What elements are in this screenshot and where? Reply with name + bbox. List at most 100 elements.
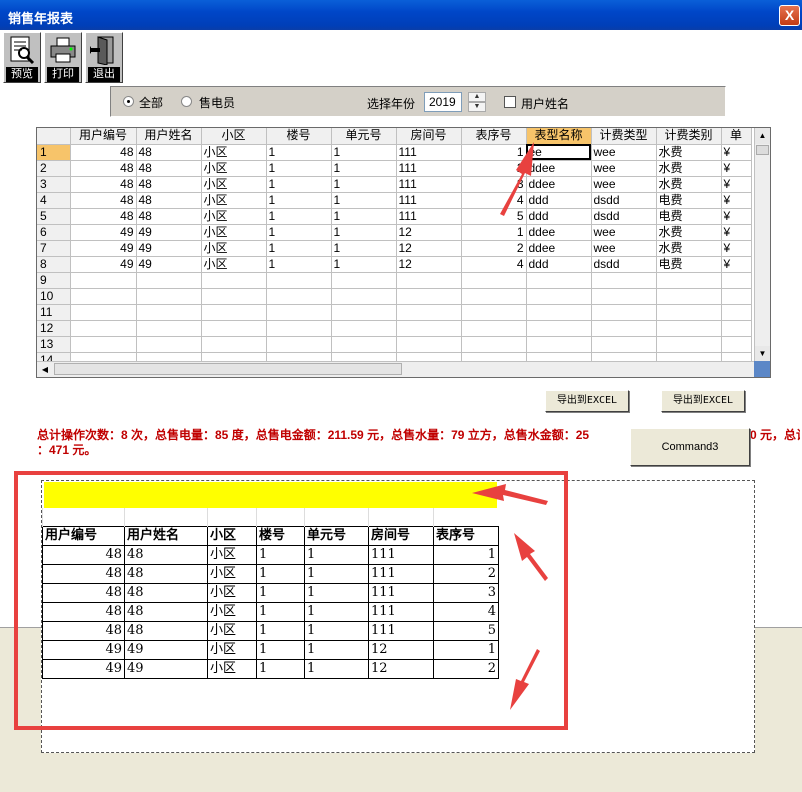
grid-cell[interactable]: 1 [331,192,397,209]
grid-col-header[interactable]: 楼号 [266,128,332,145]
row-header[interactable]: 11 [37,304,71,321]
grid-cell[interactable]: 1 [266,224,332,241]
grid-cell[interactable] [396,304,462,321]
table-row[interactable]: 5 48 48 小区 1 1 111 5 ddd dsdd 电费 ¥ [37,208,752,225]
table-row-empty[interactable]: 11 [37,304,752,321]
grid-cell[interactable] [656,288,722,305]
row-header[interactable]: 7 [37,240,71,257]
grid-cell[interactable]: 48 [70,208,137,225]
grid-cell[interactable]: 1 [266,240,332,257]
grid-cell[interactable]: 48 [136,176,202,193]
grid-col-header[interactable]: 用户姓名 [136,128,202,145]
grid-cell[interactable]: ddd [526,256,592,273]
grid-cell[interactable] [396,320,462,337]
grid-cell[interactable] [266,320,332,337]
row-header[interactable]: 12 [37,320,71,337]
grid-cell[interactable] [331,288,397,305]
grid-cell[interactable] [266,336,332,353]
radio-seller[interactable] [181,96,192,107]
grid-cell[interactable] [201,288,267,305]
grid-cell[interactable]: 小区 [201,208,267,225]
grid-cell[interactable]: ddee [526,240,592,257]
grid-cell[interactable]: wee [591,224,657,241]
grid-cell[interactable]: 电费 [656,208,722,225]
grid-cell[interactable]: 48 [136,144,202,161]
data-grid[interactable]: 用户编号 用户姓名 小区 楼号 单元号 房间号 表序号 表型名称 计费类型 计费… [36,127,771,378]
grid-cell[interactable]: ¥ [721,160,752,177]
grid-cell[interactable]: 1 [266,256,332,273]
grid-cell[interactable]: wee [591,176,657,193]
grid-cell[interactable] [201,336,267,353]
grid-cell[interactable] [721,304,752,321]
grid-cell[interactable]: 电费 [656,256,722,273]
grid-cell[interactable]: 小区 [201,256,267,273]
spin-up-icon[interactable]: ▲ [468,92,486,102]
grid-cell[interactable] [526,320,592,337]
grid-cell[interactable]: 111 [396,160,462,177]
grid-cell[interactable] [396,336,462,353]
table-row[interactable]: 4 48 48 小区 1 1 111 4 ddd dsdd 电费 ¥ [37,192,752,209]
grid-cell[interactable] [70,288,137,305]
scroll-up-icon[interactable]: ▲ [755,128,770,144]
grid-cell[interactable]: 48 [70,144,137,161]
grid-col-header[interactable]: 用户编号 [70,128,137,145]
grid-cell[interactable] [461,304,527,321]
grid-cell[interactable]: 49 [70,256,137,273]
grid-col-header[interactable]: 小区 [201,128,267,145]
row-header[interactable]: 1 [37,144,71,161]
grid-cell[interactable] [526,288,592,305]
grid-cell[interactable] [136,288,202,305]
scroll-thumb-horizontal[interactable] [54,363,402,375]
grid-cell[interactable]: 电费 [656,192,722,209]
grid-cell[interactable]: 2 [461,240,527,257]
grid-cell[interactable] [266,304,332,321]
year-input[interactable]: 2019 [424,92,462,112]
grid-cell[interactable]: 水费 [656,224,722,241]
row-header[interactable]: 10 [37,288,71,305]
grid-cell[interactable]: wee [591,160,657,177]
username-checkbox[interactable] [504,96,516,108]
command3-button[interactable]: Command3 [630,428,750,466]
grid-vertical-scrollbar[interactable]: ▲ ▼ [754,128,770,362]
grid-cell[interactable]: ee [526,144,592,161]
grid-cell[interactable]: 1 [266,208,332,225]
grid-cell[interactable] [396,288,462,305]
grid-col-header[interactable]: 表序号 [461,128,527,145]
grid-cell[interactable] [721,272,752,289]
scroll-left-icon[interactable]: ◀ [37,362,53,377]
grid-cell[interactable] [591,288,657,305]
grid-cell[interactable]: dsdd [591,256,657,273]
grid-cell[interactable]: 48 [136,192,202,209]
grid-cell[interactable]: 111 [396,144,462,161]
grid-cell[interactable]: 49 [70,224,137,241]
print-button[interactable]: 打印 [44,32,82,83]
grid-cell[interactable] [70,336,137,353]
table-row-empty[interactable]: 13 [37,336,752,353]
grid-col-header[interactable]: 单 [721,128,752,145]
grid-cell[interactable]: ¥ [721,256,752,273]
table-row-empty[interactable]: 12 [37,320,752,337]
grid-cell[interactable]: 111 [396,192,462,209]
grid-horizontal-scrollbar[interactable]: ◀ [37,361,755,377]
grid-cell[interactable]: ddd [526,208,592,225]
grid-cell[interactable]: 111 [396,176,462,193]
grid-cell[interactable] [136,320,202,337]
grid-cell[interactable]: ¥ [721,224,752,241]
row-header[interactable]: 9 [37,272,71,289]
grid-cell[interactable] [331,320,397,337]
grid-cell[interactable]: wee [591,144,657,161]
grid-cell[interactable]: 小区 [201,240,267,257]
grid-cell[interactable]: 49 [70,240,137,257]
grid-cell[interactable]: 1 [266,144,332,161]
grid-cell[interactable]: 水费 [656,176,722,193]
grid-cell[interactable]: ddd [526,192,592,209]
row-header[interactable]: 2 [37,160,71,177]
grid-cell[interactable]: 48 [70,192,137,209]
grid-cell[interactable] [721,320,752,337]
grid-cell[interactable]: 小区 [201,160,267,177]
grid-cell[interactable]: 48 [136,160,202,177]
grid-cell[interactable]: 1 [266,160,332,177]
grid-cell[interactable] [136,336,202,353]
grid-cell[interactable] [136,272,202,289]
grid-cell[interactable] [591,336,657,353]
